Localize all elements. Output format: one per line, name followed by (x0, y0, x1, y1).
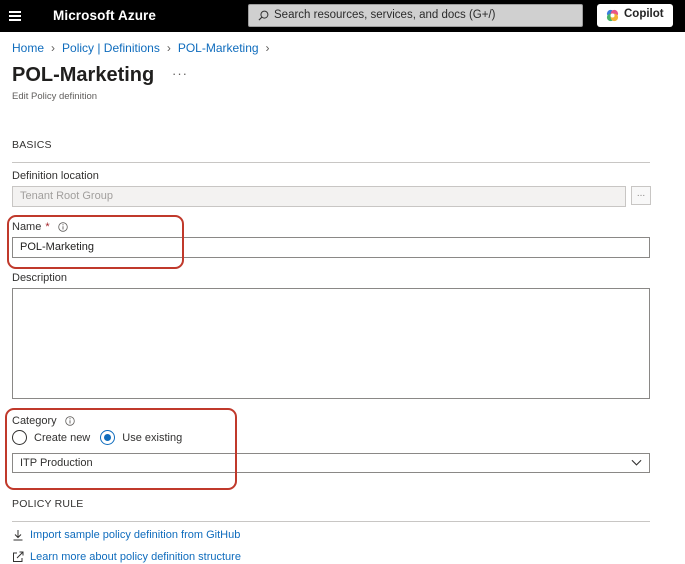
learn-more-row: Learn more about policy definition struc… (12, 551, 241, 563)
learn-more-link[interactable]: Learn more about policy definition struc… (30, 551, 241, 563)
description-label-text: Description (12, 272, 68, 284)
hamburger-icon[interactable] (9, 9, 23, 23)
chevron-right-icon: › (166, 41, 171, 55)
highlight-category (5, 408, 237, 490)
definition-location-label: Definition location (12, 170, 99, 182)
chevron-right-icon: › (51, 41, 56, 55)
search-placeholder: Search resources, services, and docs (G+… (274, 9, 496, 21)
brand-title[interactable]: Microsoft Azure (53, 8, 156, 23)
download-icon (13, 530, 23, 541)
import-sample-link[interactable]: Import sample policy definition from Git… (30, 529, 240, 541)
import-sample-row: Import sample policy definition from Git… (12, 529, 240, 541)
definition-location-field: Tenant Root Group (12, 186, 626, 207)
chevron-right-icon: › (265, 41, 270, 55)
section-title-basics: BASICS (12, 139, 52, 151)
description-label: Description (12, 272, 67, 284)
copilot-icon (606, 9, 619, 22)
top-bar: Microsoft Azure Search resources, servic… (0, 0, 685, 32)
copilot-label: Copilot (624, 8, 664, 20)
browse-location-button[interactable]: ... (631, 186, 651, 205)
copilot-button[interactable]: Copilot (597, 4, 673, 27)
chevron-down-icon (631, 459, 642, 466)
divider (12, 162, 650, 163)
breadcrumb-home[interactable]: Home (12, 41, 44, 55)
breadcrumb-policy-definitions[interactable]: Policy | Definitions (62, 41, 160, 55)
page-title: POL-Marketing (12, 64, 155, 86)
more-options-button[interactable]: ··· (172, 66, 188, 81)
breadcrumb: Home › Policy | Definitions › POL-Market… (12, 41, 277, 55)
definition-location-label-text: Definition location (12, 170, 99, 182)
breadcrumb-pol-marketing[interactable]: POL-Marketing (178, 41, 259, 55)
divider (12, 521, 650, 522)
description-textarea[interactable] (12, 288, 650, 399)
external-link-icon (13, 551, 24, 562)
highlight-name (7, 215, 184, 269)
section-title-policy-rule: POLICY RULE (12, 498, 84, 510)
search-icon (258, 10, 269, 21)
page-subtitle: Edit Policy definition (12, 91, 98, 102)
search-box[interactable]: Search resources, services, and docs (G+… (248, 4, 583, 27)
